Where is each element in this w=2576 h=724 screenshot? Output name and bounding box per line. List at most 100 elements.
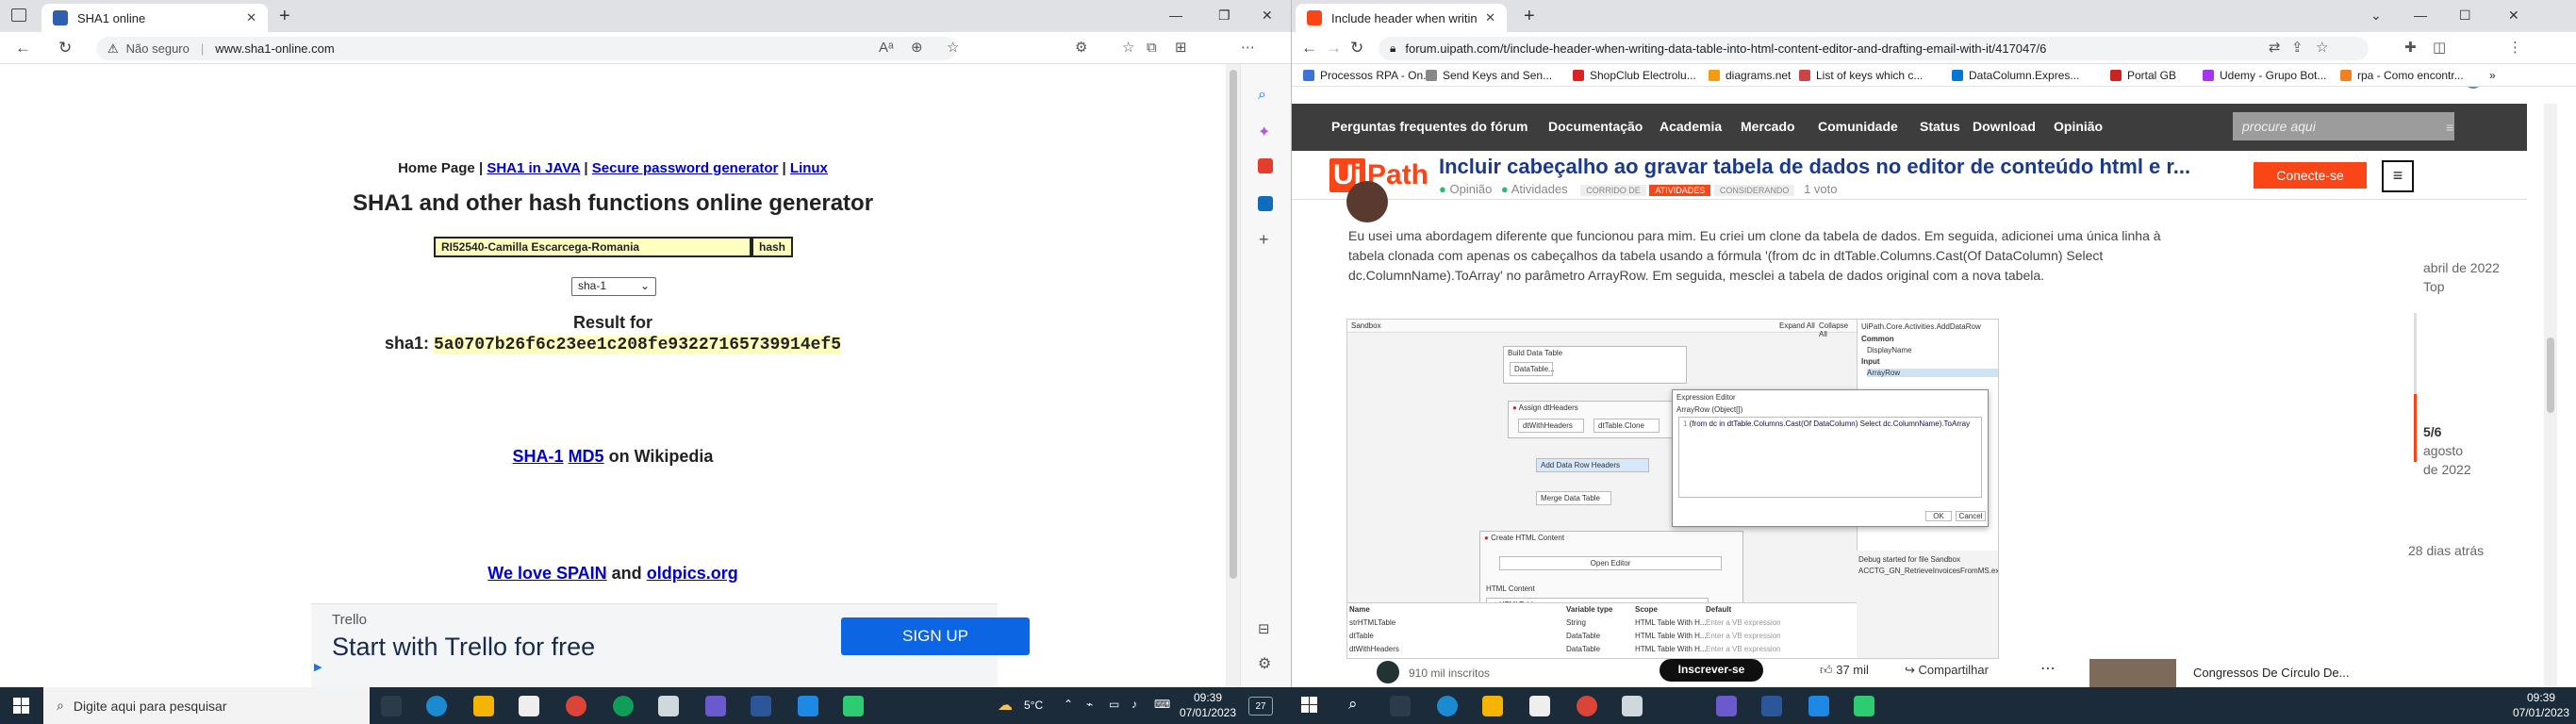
taskbar-notepad-right-icon[interactable] — [1622, 696, 1643, 716]
post-image-uipath-studio[interactable]: Sandbox Expand All Collapse All UiPath.C… — [1346, 319, 1999, 659]
tray-volume-icon[interactable]: ♪ — [1131, 698, 1137, 711]
add-favorite-icon[interactable]: ☆ — [947, 40, 959, 56]
timeline-start-date[interactable]: abril de 2022 — [2423, 260, 2500, 275]
nav-feedback[interactable]: Opinião — [2054, 119, 2103, 134]
linux-link[interactable]: Linux — [790, 160, 828, 176]
search-menu-icon[interactable]: ≡ — [2446, 120, 2453, 135]
tab-actions-icon[interactable] — [11, 8, 26, 22]
address-bar-right[interactable]: 🔒︎ forum.uipath.com/t/include-header-whe… — [1379, 37, 2369, 60]
read-aloud-icon[interactable]: Aᵃ — [879, 40, 894, 56]
taskbar-edge-right-icon[interactable] — [1437, 696, 1458, 716]
back-right-icon[interactable]: ← — [1301, 40, 1317, 56]
result-hash[interactable]: 5a0707b26f6c23ee1c208fe93227165739914ef5 — [433, 336, 842, 354]
favorites-icon[interactable]: ☆ — [1122, 40, 1134, 56]
start-windows-right-icon[interactable] — [1301, 697, 1317, 713]
collections-alt-icon[interactable]: ⊞ — [1175, 40, 1187, 56]
taskbar-word-right-icon[interactable] — [1761, 696, 1782, 716]
nav-docs[interactable]: Documentação — [1548, 119, 1643, 134]
bookmark-3[interactable]: diagrams.net — [1709, 64, 1791, 87]
puzzle-icon[interactable]: ✚ — [2404, 40, 2417, 56]
search-right-icon[interactable]: ⌕ — [1348, 695, 1358, 714]
taskbar-explorer-right-icon[interactable] — [1482, 696, 1503, 716]
bookmark-1[interactable]: Send Keys and Sen... — [1426, 64, 1552, 87]
add-sidebar-icon[interactable]: + — [1259, 230, 1269, 250]
more-menu-icon[interactable]: ⋯ — [1241, 40, 1255, 56]
forum-scrollbar[interactable] — [2544, 104, 2557, 687]
tag-2[interactable]: ATIVIDADES — [1649, 185, 1711, 196]
timeline-top-link[interactable]: Top — [2423, 279, 2445, 294]
back-icon[interactable]: ← — [15, 40, 31, 56]
sidebar-settings-icon[interactable]: ⚙ — [1258, 654, 1271, 673]
taskbar-chrome-icon[interactable] — [566, 696, 586, 716]
sha1-java-link[interactable]: SHA1 in JAVA — [487, 160, 580, 176]
bookmark-0[interactable]: Processos RPA - On... — [1303, 64, 1432, 87]
bookmark-8[interactable]: rpa - Como encontr... — [2340, 64, 2464, 87]
taskbar-explorer-icon[interactable] — [473, 696, 494, 716]
clock-time-right[interactable]: 09:39 — [2508, 691, 2574, 704]
tag-3[interactable]: CONSIDERANDO — [1713, 185, 1795, 196]
trello-ad[interactable]: Trello Start with Trello for free SIGN U… — [311, 603, 1030, 687]
oldpics-link[interactable]: oldpics.org — [647, 564, 738, 583]
post-author-avatar[interactable] — [1346, 181, 1388, 222]
taskbar-word-icon[interactable] — [751, 696, 771, 716]
new-tab-right-icon[interactable]: + — [1524, 7, 1535, 25]
category-activities[interactable]: Atividades — [1511, 182, 1568, 196]
share-icon[interactable]: ⇪ — [2291, 40, 2304, 56]
taskbar-search-box[interactable]: ⌕ Digite aqui para pesquisar — [43, 687, 370, 724]
topic-title[interactable]: Incluir cabeçalho ao gravar tabela de da… — [1439, 155, 2190, 179]
nav-status[interactable]: Status — [1920, 119, 1960, 134]
close-window-icon[interactable]: ✕ — [1262, 8, 1273, 24]
taskbar-store-right-icon[interactable] — [1529, 696, 1550, 716]
hamburger-menu-icon[interactable]: ≡ — [2382, 160, 2414, 192]
taskbar-chrome-right-icon[interactable] — [1577, 696, 1597, 716]
collections-icon[interactable]: ⧉ — [1147, 40, 1157, 56]
nav-download[interactable]: Download — [1973, 119, 2036, 134]
minimize-right-icon[interactable]: — — [2414, 8, 2427, 23]
notification-center[interactable]: 27 — [1248, 697, 1273, 716]
clock-date-right[interactable]: 07/01/2023 — [2508, 706, 2574, 719]
connect-button[interactable]: Conecte-se — [2254, 162, 2367, 189]
forum-search-input[interactable]: procure aqui — [2233, 112, 2454, 140]
zoom-icon[interactable]: ⊕ — [911, 40, 923, 56]
nav-market[interactable]: Mercado — [1741, 119, 1795, 134]
nav-academy[interactable]: Academia — [1660, 119, 1722, 134]
wiki-sha1-link[interactable]: SHA-1 — [513, 447, 564, 466]
refresh-icon[interactable]: ↻ — [58, 40, 72, 56]
subscribe-button[interactable]: Inscrever-se — [1660, 659, 1763, 682]
tray-keyboard-icon[interactable]: ⌨ — [1154, 698, 1170, 711]
tray-chevron-icon[interactable]: ⌃ — [1064, 698, 1073, 711]
password-generator-link[interactable]: Secure password generator — [592, 160, 779, 176]
search-icon[interactable]: ⌕ — [1258, 87, 1266, 104]
taskbar-notepad-icon[interactable] — [658, 696, 679, 716]
clock-time-left[interactable]: 09:39 — [1175, 691, 1241, 704]
maximize-right-icon[interactable]: ☐ — [2459, 8, 2471, 24]
forward-right-icon[interactable]: → — [1326, 40, 1342, 56]
clock-date-left[interactable]: 07/01/2023 — [1175, 706, 1241, 719]
bookmark-6[interactable]: Portal GB — [2110, 64, 2176, 87]
weather-icon[interactable]: ☁ — [998, 696, 1013, 715]
discover-icon[interactable]: ✦ — [1258, 123, 1270, 141]
taskbar-calc-right-icon[interactable] — [1716, 696, 1737, 716]
bookmark-5[interactable]: DataColumn.Expres... — [1952, 64, 2079, 87]
tab-search-icon[interactable]: ⌄ — [2370, 8, 2382, 24]
new-tab-icon[interactable]: + — [279, 7, 290, 25]
minimize-icon[interactable]: — — [1169, 8, 1182, 23]
bookmarks-overflow-icon[interactable]: » — [2489, 64, 2496, 87]
maximize-icon[interactable]: ❐ — [1218, 8, 1230, 24]
close-tab-icon[interactable]: ✕ — [246, 10, 256, 25]
tray-network-icon[interactable]: ⌁ — [1086, 698, 1093, 711]
outlook-icon[interactable] — [1258, 196, 1273, 211]
sidebar-toggle-icon[interactable]: ⊟ — [1258, 620, 1270, 637]
forum-scrollbar-thumb[interactable] — [2547, 337, 2554, 413]
adchoices-icon[interactable]: ▶ — [314, 661, 322, 673]
task-view-icon[interactable] — [381, 696, 402, 716]
tab-sha1-online[interactable]: SHA1 online ✕ — [41, 4, 268, 32]
video-thumbnail[interactable] — [2089, 659, 2176, 687]
taskbar-app-right-icon[interactable] — [1808, 696, 1829, 716]
office-icon[interactable] — [1258, 158, 1273, 173]
taskbar-calculator-icon[interactable] — [705, 696, 726, 716]
extensions-icon[interactable]: ⚙ — [1075, 40, 1087, 56]
likes[interactable]: 👍︎ 37 mil — [1820, 663, 1869, 678]
next-video-title[interactable]: Congressos De Círculo De... — [2193, 666, 2349, 680]
task-view-right-icon[interactable] — [1390, 696, 1411, 716]
